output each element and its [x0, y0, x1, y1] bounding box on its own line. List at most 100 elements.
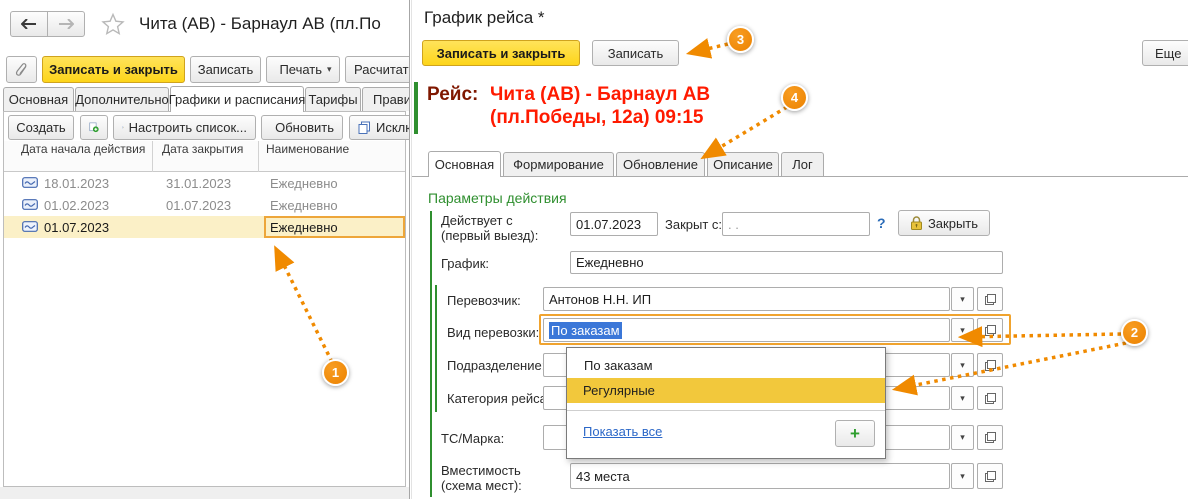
tab-formirovanie[interactable]: Формирование	[503, 152, 614, 176]
tab-label: Описание	[713, 157, 773, 172]
transport-type-open-button[interactable]	[977, 318, 1003, 342]
chevron-down-icon: ▾	[960, 433, 965, 442]
help-question-mark[interactable]: ?	[877, 215, 886, 231]
capacity-input[interactable]: 43 места	[570, 463, 950, 489]
transport-type-input[interactable]: По заказам	[543, 318, 950, 342]
open-form-icon	[985, 432, 996, 443]
col-header-close-date[interactable]: Дата закрытия	[162, 142, 243, 156]
transport-type-selected-text: По заказам	[549, 322, 622, 339]
col-header-name[interactable]: Наименование	[266, 142, 349, 156]
annotation-arrow-3	[690, 44, 728, 53]
cell-close-date: 31.01.2023	[166, 176, 231, 191]
tab-tarify[interactable]: Тарифы	[305, 87, 361, 111]
cell-start-date: 01.02.2023	[44, 198, 109, 213]
close-schedule-button[interactable]: Закрыть	[898, 210, 990, 236]
tab-osnovnaya-form[interactable]: Основная	[428, 151, 501, 177]
tab-label: Тарифы	[308, 92, 357, 107]
group-green-bar-inner	[435, 285, 437, 412]
capacity-label: Вместимость	[441, 463, 521, 478]
carrier-dropdown-button[interactable]: ▾	[951, 287, 974, 311]
tab-grafiki-raspisaniya[interactable]: Графики и расписания	[170, 86, 304, 112]
group-green-bar-outer	[430, 211, 432, 497]
save-button-left[interactable]: Записать	[190, 56, 261, 83]
print-button[interactable]: Печать ▾	[266, 56, 340, 83]
schedule-input[interactable]: Ежедневно	[570, 251, 1003, 274]
table-row-selected[interactable]: 01.07.2023 Ежедневно	[4, 216, 405, 238]
tab-obnovlenie[interactable]: Обновление	[616, 152, 705, 176]
vehicle-dropdown-button[interactable]: ▾	[951, 425, 974, 450]
trip-category-open-button[interactable]	[977, 386, 1003, 410]
print-caret-icon: ▾	[327, 65, 332, 74]
panel-divider[interactable]	[409, 0, 410, 499]
refresh-button[interactable]: Обновить	[261, 115, 343, 140]
print-label: Печать	[279, 62, 322, 77]
section-title[interactable]: Параметры действия	[428, 190, 567, 206]
attachments-button[interactable]	[6, 56, 37, 83]
valid-from-input[interactable]: 01.07.2023	[570, 212, 658, 236]
tab-label: Графики и расписания	[169, 92, 306, 107]
closed-from-input[interactable]: . .	[722, 212, 870, 236]
table-header[interactable]: Дата начала действия Дата закрытия Наиме…	[4, 141, 405, 172]
chevron-down-icon: ▾	[960, 394, 965, 403]
transport-type-dropdown-button[interactable]: ▾	[951, 318, 974, 342]
show-all-link[interactable]: Показать все	[583, 424, 662, 439]
copy-create-button[interactable]	[80, 115, 108, 140]
chevron-down-icon: ▾	[960, 326, 965, 335]
open-form-icon	[985, 471, 996, 482]
open-form-icon	[985, 393, 996, 404]
forward-arrow-icon	[58, 19, 74, 29]
trip-category-dropdown-button[interactable]: ▾	[951, 386, 974, 410]
capacity-open-button[interactable]	[977, 463, 1003, 489]
carrier-input[interactable]: Антонов Н.Н. ИП	[543, 287, 950, 311]
create-button[interactable]: Создать	[8, 115, 74, 140]
col-header-start-date[interactable]: Дата начала действия	[21, 142, 151, 156]
carrier-open-button[interactable]	[977, 287, 1003, 311]
back-button[interactable]	[10, 11, 48, 37]
panel-divider-light	[411, 0, 412, 499]
vehicle-open-button[interactable]	[977, 425, 1003, 450]
dropdown-item-highlighted[interactable]: Регулярные	[567, 378, 885, 403]
tab-opisanie[interactable]: Описание	[707, 152, 779, 176]
annotation-number: 4	[791, 90, 798, 105]
exclude-button[interactable]: Исклю	[349, 115, 409, 140]
tab-log[interactable]: Лог	[781, 152, 824, 176]
annotation-circle-3: 3	[727, 26, 754, 53]
tab-dopolnitelno[interactable]: Дополнительно	[75, 87, 169, 111]
more-button[interactable]: Еще	[1142, 40, 1188, 66]
trip-header-green-bar	[414, 82, 418, 134]
calculate-label: Расчитать	[354, 62, 409, 77]
chevron-down-icon: ▾	[960, 472, 965, 481]
favorite-star-icon[interactable]	[101, 12, 125, 36]
configure-list-label: Настроить список...	[129, 120, 247, 135]
copy-document-plus-icon	[89, 120, 99, 135]
tab-pravila[interactable]: Прави	[362, 87, 409, 111]
forward-button[interactable]	[47, 11, 85, 37]
configure-list-button[interactable]: Настроить список...	[113, 115, 256, 140]
dropdown-item[interactable]: По заказам	[568, 352, 884, 378]
table-row[interactable]: 01.02.2023 01.07.2023 Ежедневно	[4, 194, 405, 216]
calculate-button[interactable]: Расчитать	[345, 56, 409, 83]
division-open-button[interactable]	[977, 353, 1003, 377]
cell-start-date: 01.07.2023	[44, 220, 109, 235]
exclude-label: Исклю	[376, 120, 409, 135]
document-title: Чита (АВ) - Барнаул АВ (пл.По	[139, 14, 407, 34]
save-close-button-left[interactable]: Записать и закрыть	[42, 56, 185, 83]
schedule-value: Ежедневно	[576, 255, 644, 270]
valid-from-label: Действует с	[441, 213, 513, 228]
save-close-button-right[interactable]: Записать и закрыть	[422, 40, 580, 66]
tab-osnovnaya-left[interactable]: Основная	[3, 87, 74, 111]
tab-label: Формирование	[513, 157, 604, 172]
table-row[interactable]: 18.01.2023 31.01.2023 Ежедневно	[4, 172, 405, 194]
paperclip-icon	[15, 62, 28, 78]
open-form-icon	[985, 360, 996, 371]
annotation-circle-2: 2	[1121, 319, 1148, 346]
dropdown-item-label: Регулярные	[583, 383, 655, 398]
capacity-dropdown-button[interactable]: ▾	[951, 463, 974, 489]
add-new-button[interactable]: +	[835, 420, 875, 447]
cell-name-focused[interactable]: Ежедневно	[264, 216, 405, 238]
carrier-label: Перевозчик:	[447, 293, 521, 308]
save-button-right[interactable]: Записать	[592, 40, 679, 66]
trip-category-label: Категория рейса:	[447, 391, 550, 406]
division-dropdown-button[interactable]: ▾	[951, 353, 974, 377]
transport-type-dropdown-list: По заказам Регулярные Показать все +	[566, 347, 886, 459]
